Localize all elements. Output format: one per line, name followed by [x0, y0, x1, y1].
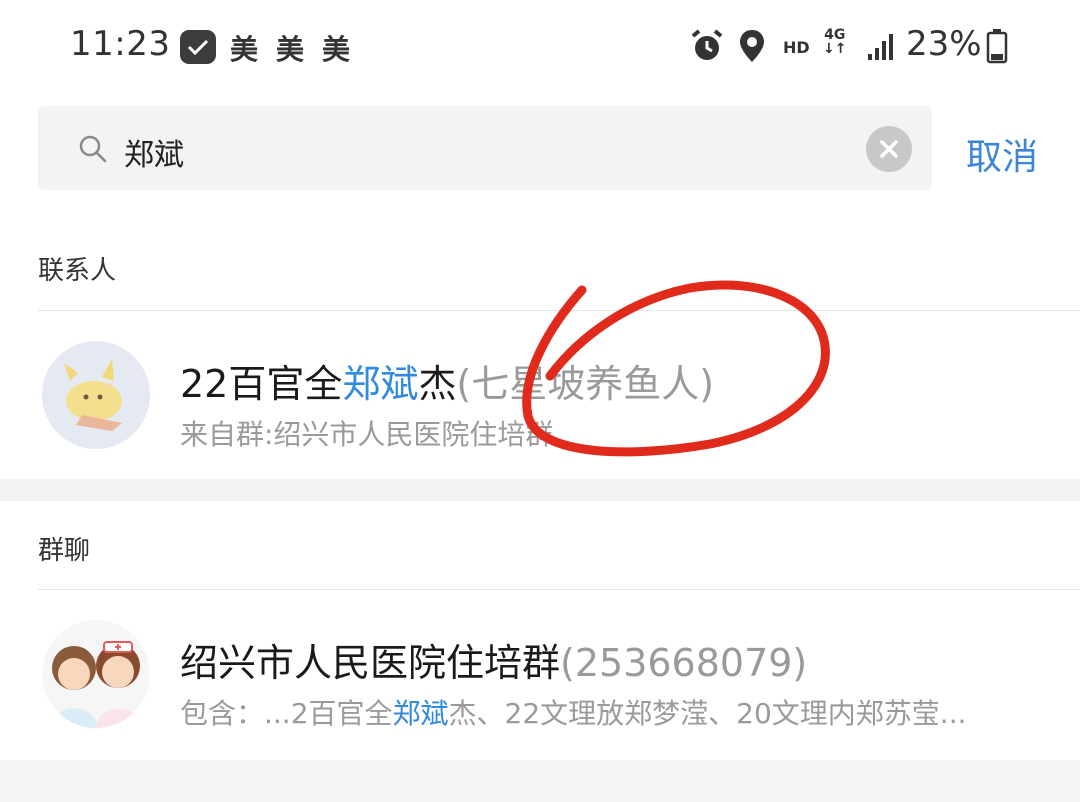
- contact-result-item[interactable]: 22百官全郑斌杰(七星坡养鱼人) 来自群:绍兴市人民医院住培群: [0, 311, 1080, 479]
- section-label-groups: 群聊: [38, 536, 91, 566]
- network-type-indicator: 4G ↓↑: [823, 27, 847, 57]
- status-time: 11:23: [70, 24, 171, 64]
- contact-source: 来自群:绍兴市人民医院住培群: [180, 418, 554, 451]
- highlighted-match: 郑斌: [342, 362, 419, 406]
- status-bar: 11:23 美 美 美 HD 4G ↓↑ 23%: [0, 0, 1080, 92]
- group-name: 绍兴市人民医院住培群(253668079): [180, 641, 808, 685]
- contact-remark: (七星坡养鱼人): [456, 362, 715, 406]
- signal-icon: [868, 34, 893, 60]
- section-gap: [0, 479, 1080, 501]
- cancel-button[interactable]: 取消: [966, 128, 1038, 180]
- carrier-icon: 美: [230, 33, 259, 66]
- group-id: (253668079): [560, 641, 808, 685]
- battery-percent: 23%: [906, 24, 982, 64]
- close-icon: [880, 140, 898, 158]
- search-query[interactable]: 郑斌: [124, 130, 184, 174]
- app-notification-icon: [180, 30, 216, 64]
- section-label-contacts: 联系人: [38, 256, 117, 286]
- alarm-icon: [691, 29, 723, 60]
- battery-icon: [986, 29, 1008, 64]
- carrier-icon: 美: [322, 33, 351, 66]
- avatar: [42, 341, 150, 449]
- carrier-icon: 美: [276, 33, 305, 66]
- search-input[interactable]: 郑斌: [38, 106, 932, 190]
- search-icon: [79, 135, 107, 163]
- hd-indicator: HD: [783, 38, 810, 57]
- contact-name: 22百官全郑斌杰(七星坡养鱼人): [180, 362, 715, 406]
- highlighted-match: 郑斌: [392, 697, 449, 730]
- location-icon: [740, 30, 764, 62]
- bottom-area: [0, 760, 1080, 802]
- clear-search-button[interactable]: [866, 126, 912, 172]
- group-result-item[interactable]: 绍兴市人民医院住培群(253668079) 包含：...2百官全郑斌杰、22文理…: [0, 590, 1080, 760]
- group-members: 包含：...2百官全郑斌杰、22文理放郑梦滢、20文理内郑苏莹...: [180, 697, 967, 730]
- group-avatar: [42, 620, 150, 728]
